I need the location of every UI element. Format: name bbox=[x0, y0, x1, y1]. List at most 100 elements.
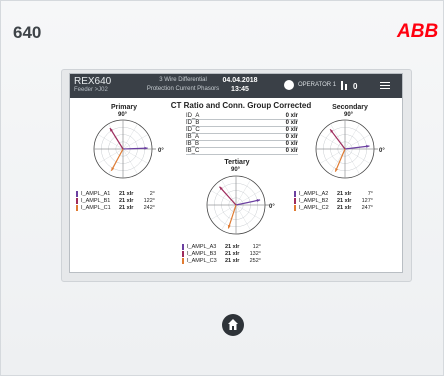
row-label: ID_C bbox=[186, 127, 200, 133]
legend-row: I_AMPL_A1 21 xIr 2° bbox=[76, 190, 155, 197]
legend-row: I_AMPL_B3 21 xIr 132° bbox=[182, 250, 261, 257]
legend-angle: 12° bbox=[252, 243, 261, 250]
primary-legend: I_AMPL_A1 21 xIr 2° I_AMPL_B1 21 xIr 122… bbox=[76, 190, 155, 211]
primary-title: Primary bbox=[110, 104, 138, 111]
legend-angle: 242° bbox=[143, 204, 155, 211]
legend-value: 21 xIr bbox=[119, 197, 134, 204]
table-row: ID_C 0 xIr bbox=[186, 127, 298, 134]
row-label: ID_A bbox=[186, 113, 200, 119]
home-button[interactable] bbox=[222, 314, 244, 336]
legend-name: I_AMPL_B2 bbox=[299, 197, 329, 204]
access-level-icon[interactable] bbox=[340, 79, 348, 92]
color-swatch bbox=[76, 204, 78, 211]
tertiary-0-label: 0° bbox=[269, 204, 275, 210]
legend-value: 21 xIr bbox=[119, 204, 134, 211]
legend-row: I_AMPL_B2 21 xIr 127° bbox=[294, 197, 373, 204]
row-value: 0 xIr bbox=[285, 127, 298, 133]
phasor-vector bbox=[329, 128, 346, 150]
color-swatch bbox=[182, 250, 184, 257]
legend-value: 21 xIr bbox=[225, 257, 240, 264]
secondary-legend: I_AMPL_A2 21 xIr 7° I_AMPL_B2 21 xIr 127… bbox=[294, 190, 373, 211]
grid-spoke bbox=[344, 148, 360, 175]
legend-name: I_AMPL_C2 bbox=[299, 204, 329, 211]
legend-name: I_AMPL_C1 bbox=[81, 204, 111, 211]
brand-logo: ABB bbox=[397, 21, 439, 42]
row-label: IB_B bbox=[186, 141, 200, 147]
legend-row: I_AMPL_B1 21 xIr 122° bbox=[76, 197, 155, 204]
page-title: CT Ratio and Conn. Group Corrected bbox=[170, 101, 312, 110]
grid-spoke bbox=[122, 148, 149, 164]
grid-spoke bbox=[235, 179, 251, 206]
user-name[interactable]: OPERATOR 1 bbox=[298, 82, 336, 88]
tertiary-title: Tertiary bbox=[224, 159, 250, 166]
home-icon bbox=[228, 319, 238, 330]
tertiary-legend: I_AMPL_A3 21 xIr 12° I_AMPL_B3 21 xIr 13… bbox=[182, 243, 261, 264]
device-title: 640 bbox=[13, 23, 42, 42]
row-label: IB_A bbox=[186, 134, 200, 140]
legend-name: I_AMPL_A1 bbox=[81, 190, 111, 197]
legend-value: 21 xIr bbox=[225, 243, 240, 250]
legend-row: I_AMPL_A3 21 xIr 12° bbox=[182, 243, 261, 250]
primary-phasor-diagram bbox=[93, 119, 156, 179]
table-row: IB_B 0 xIr bbox=[186, 141, 298, 148]
user-icon[interactable] bbox=[284, 80, 294, 90]
legend-angle: 7° bbox=[367, 190, 373, 197]
legend-name: I_AMPL_B3 bbox=[187, 250, 217, 257]
hmi-screen: REX640 Feeder >J02 3 Wire Differential P… bbox=[69, 73, 403, 273]
grid-spoke bbox=[122, 123, 138, 150]
legend-value: 21 xIr bbox=[337, 197, 352, 204]
time-display: 13:45 bbox=[231, 86, 249, 93]
ct-ratio-table: ID_A 0 xIr ID_B 0 xIr ID_C 0 xIr IB_A 0 xIr … bbox=[186, 113, 298, 155]
legend-angle: 247° bbox=[361, 204, 373, 211]
tertiary-phasor-diagram bbox=[206, 175, 269, 235]
color-swatch bbox=[182, 257, 184, 264]
secondary-phasor-diagram bbox=[315, 119, 378, 179]
grid-spoke bbox=[319, 134, 346, 150]
color-swatch bbox=[294, 197, 296, 204]
phasor-arrowhead bbox=[227, 224, 231, 229]
phasor-vector bbox=[344, 145, 370, 150]
table-row: ID_B 0 xIr bbox=[186, 120, 298, 127]
grid-spoke bbox=[344, 123, 360, 150]
ied-name: REX640 bbox=[74, 76, 112, 87]
table-row: IB_A 0 xIr bbox=[186, 134, 298, 141]
row-value: 0 xIr bbox=[285, 120, 298, 126]
view-title: 3 Wire Differential bbox=[159, 77, 207, 83]
hmi-header: REX640 Feeder >J02 3 Wire Differential P… bbox=[70, 74, 402, 98]
primary-0-label: 0° bbox=[158, 148, 164, 154]
legend-name: I_AMPL_B1 bbox=[81, 197, 111, 204]
menu-icon[interactable] bbox=[380, 82, 390, 90]
table-row: IB_C 0 xIr bbox=[186, 148, 298, 155]
phasor-arrowhead bbox=[144, 146, 148, 150]
grid-spoke bbox=[344, 148, 371, 164]
grid-spoke bbox=[97, 134, 124, 150]
legend-row: I_AMPL_C2 21 xIr 247° bbox=[294, 204, 373, 211]
legend-value: 21 xIr bbox=[225, 250, 240, 257]
device-frame: 640 ABB REX640 Feeder >J02 3 Wire Differ… bbox=[0, 0, 444, 376]
row-label: ID_B bbox=[186, 120, 200, 126]
color-swatch bbox=[182, 243, 184, 250]
legend-angle: 252° bbox=[249, 257, 261, 264]
view-subtitle: Protection Current Phasors bbox=[146, 86, 220, 92]
legend-angle: 122° bbox=[143, 197, 155, 204]
legend-angle: 132° bbox=[249, 250, 261, 257]
row-value: 0 xIr bbox=[285, 134, 298, 140]
legend-row: I_AMPL_C3 21 xIr 252° bbox=[182, 257, 261, 264]
date-display: 04.04.2018 bbox=[222, 77, 258, 84]
legend-value: 21 xIr bbox=[119, 190, 134, 197]
phasor-vector bbox=[235, 199, 261, 206]
row-value: 0 xIr bbox=[285, 113, 298, 119]
alarm-count[interactable]: 0 bbox=[353, 82, 357, 91]
secondary-0-label: 0° bbox=[379, 148, 385, 154]
grid-spoke bbox=[122, 148, 138, 175]
grid-spoke bbox=[235, 204, 251, 231]
table-row: ID_A 0 xIr bbox=[186, 113, 298, 120]
grid-spoke bbox=[210, 190, 237, 206]
legend-name: I_AMPL_C3 bbox=[187, 257, 217, 264]
legend-value: 21 xIr bbox=[337, 190, 352, 197]
grid-spoke bbox=[235, 204, 262, 220]
phasor-vector bbox=[334, 148, 346, 172]
legend-angle: 127° bbox=[361, 197, 373, 204]
grid-spoke bbox=[319, 148, 346, 164]
secondary-title: Secondary bbox=[332, 104, 368, 111]
